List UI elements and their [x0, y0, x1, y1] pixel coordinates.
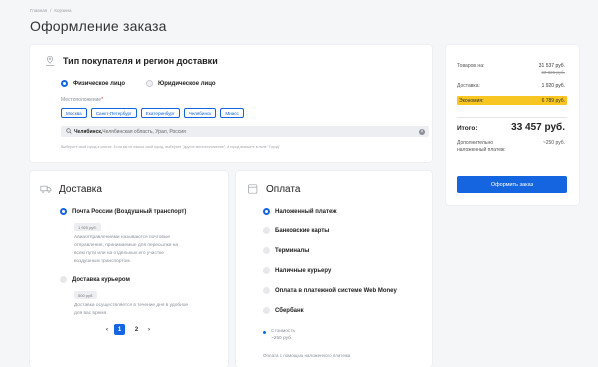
- place-order-button[interactable]: Оформить заказ: [457, 176, 567, 193]
- radio-unselected-icon[interactable]: [146, 80, 153, 87]
- next-page-button[interactable]: ›: [148, 327, 150, 333]
- delivery-option-post[interactable]: Почта России (Воздушный транспорт): [60, 208, 186, 215]
- search-value-city: Челябинск,: [74, 128, 103, 135]
- buyer-type-legal[interactable]: Юридическое лицо: [146, 80, 216, 87]
- order-summary-card: Товаров на: 31 537 руб. 38 326 руб. Дост…: [446, 45, 579, 205]
- summary-goods-old-price: 38 326 руб.: [541, 70, 565, 75]
- buyer-type-card: Тип покупателя и регион доставки Физичес…: [30, 45, 432, 162]
- payment-cost-value: ~250 руб.: [271, 336, 293, 341]
- buyer-section-header: Тип покупателя и регион доставки: [44, 55, 218, 67]
- summary-extra-label: Дополнительно наложенный платеж:: [457, 140, 506, 153]
- page-button[interactable]: 2: [131, 324, 142, 335]
- description-line: отправления, принимаемые для пересылки н…: [74, 243, 179, 248]
- radio-selected-icon[interactable]: [61, 80, 68, 87]
- delivery-price-badge: 1 920 руб.: [74, 223, 101, 231]
- payment-section-title: Оплата: [266, 183, 301, 195]
- description-line: всем пути или на отдельных его участке: [74, 251, 164, 256]
- breadcrumb-current[interactable]: Корзина: [54, 8, 71, 13]
- page-button-current[interactable]: 1: [114, 324, 125, 335]
- payment-option-label: Оплата в платежной системе Web Money: [275, 287, 397, 294]
- payment-option-terminals[interactable]: Терминалы: [263, 247, 309, 254]
- payment-section-header: Оплата: [247, 183, 300, 195]
- summary-goods-label: Товаров на:: [457, 63, 485, 69]
- summary-delivery-label: Доставка:: [457, 83, 480, 89]
- truck-icon: [40, 183, 52, 195]
- delivery-card: Доставка Почта России (Воздушный транспо…: [30, 171, 228, 367]
- summary-total-label: Итого:: [457, 125, 478, 132]
- pagination: ‹ 1 2 ›: [106, 324, 150, 335]
- summary-goods-value: 31 537 руб.: [538, 63, 565, 69]
- buyer-type-individual[interactable]: Физическое лицо: [61, 80, 125, 87]
- breadcrumb-home-link[interactable]: Главная: [30, 8, 47, 13]
- payment-option-label: Наличные курьеру: [275, 267, 332, 274]
- description-line: для вас время.: [74, 311, 108, 316]
- payment-option-cash-courier[interactable]: Наличные курьеру: [263, 267, 331, 274]
- delivery-option-description: Доставка осуществляется в течение дня в …: [74, 302, 188, 318]
- location-pin-icon: [44, 55, 56, 67]
- buyer-type-label: Физическое лицо: [73, 80, 126, 87]
- payment-option-label: Сбербанк: [275, 307, 304, 314]
- payment-option-label: Наложенный платеж: [275, 208, 337, 215]
- description-line: Авиаотправлениями называются почтовые: [74, 235, 171, 240]
- city-button-spb[interactable]: Санкт-Петербург: [90, 108, 137, 118]
- radio-unselected-icon[interactable]: [60, 276, 67, 283]
- search-icon: [66, 127, 72, 136]
- payment-option-cod[interactable]: Наложенный платеж: [263, 208, 336, 215]
- payment-cost: Стоимость ~250 руб.: [271, 328, 295, 342]
- city-button-ekaterinburg[interactable]: Екатеринбург: [140, 108, 180, 118]
- summary-goods-row: Товаров на: 31 537 руб.: [457, 63, 565, 69]
- buyer-section-title: Тип покупателя и регион доставки: [63, 56, 218, 66]
- radio-selected-icon[interactable]: [60, 208, 67, 215]
- payment-card: Оплата Наложенный платеж Банковские карт…: [236, 171, 432, 367]
- payment-option-label: Банковские карты: [275, 227, 330, 234]
- radio-unselected-icon[interactable]: [263, 227, 270, 234]
- required-mark: *: [101, 97, 104, 103]
- city-button-chelyabinsk[interactable]: Челябинск: [183, 108, 217, 118]
- breadcrumb: Главная / Корзина: [30, 8, 72, 13]
- delivery-price-badge: 500 руб.: [74, 291, 98, 299]
- delivery-section-title: Доставка: [59, 183, 102, 195]
- radio-unselected-icon[interactable]: [263, 287, 270, 294]
- summary-delivery-value: 1 920 руб.: [541, 83, 565, 89]
- city-button-miass[interactable]: Миасс: [220, 108, 244, 118]
- summary-total-value: 33 457 руб.: [511, 122, 565, 133]
- payment-note: Оплата с помощью наложенного платежа: [263, 353, 351, 358]
- wallet-icon: [247, 183, 259, 195]
- summary-divider: [457, 117, 567, 118]
- clear-search-icon[interactable]: ×: [419, 128, 425, 135]
- radio-unselected-icon[interactable]: [263, 307, 270, 314]
- search-value-region: Челябинская область, Урал, Россия: [102, 128, 186, 135]
- location-label: Местоположение*: [61, 97, 103, 103]
- summary-delivery-row: Доставка: 1 920 руб.: [457, 83, 565, 89]
- delivery-option-label: Доставка курьером: [72, 276, 130, 283]
- delivery-section-header: Доставка: [40, 183, 102, 195]
- location-search-input[interactable]: Челябинск, Челябинская область, Урал, Ро…: [61, 126, 429, 137]
- payment-option-label: Терминалы: [275, 247, 310, 254]
- city-quick-select: Москва Санкт-Петербург Екатеринбург Челя…: [61, 108, 244, 118]
- prev-page-button[interactable]: ‹: [106, 327, 108, 333]
- payment-option-sberbank[interactable]: Сбербанк: [263, 307, 304, 314]
- breadcrumb-separator: /: [50, 8, 52, 13]
- payment-option-cards[interactable]: Банковские карты: [263, 227, 329, 234]
- summary-economy-row: Экономия: 6 789 руб.: [457, 96, 567, 105]
- description-line: Доставка осуществляется в течение дня в …: [74, 303, 189, 308]
- summary-economy-label: Экономия:: [459, 97, 484, 104]
- payment-option-webmoney[interactable]: Оплата в платежной системе Web Money: [263, 287, 397, 294]
- city-button-moscow[interactable]: Москва: [61, 108, 87, 118]
- radio-unselected-icon[interactable]: [263, 247, 270, 254]
- description-line: воздушным транспортом.: [74, 259, 131, 264]
- delivery-option-description: Авиаотправлениями называются почтовые от…: [74, 234, 178, 266]
- radio-selected-icon[interactable]: [263, 208, 270, 215]
- summary-extra-value: ~250 руб.: [542, 140, 565, 146]
- bullet-icon: [263, 331, 266, 334]
- location-label-text: Местоположение: [61, 97, 102, 103]
- location-hint: Выберите свой город в списке. Если вы не…: [61, 145, 280, 149]
- delivery-option-label: Почта России (Воздушный транспорт): [72, 208, 187, 215]
- page-title: Оформление заказа: [30, 18, 167, 34]
- delivery-option-courier[interactable]: Доставка курьером: [60, 276, 130, 283]
- radio-unselected-icon[interactable]: [263, 267, 270, 274]
- summary-economy-value: 6 789 руб.: [541, 97, 565, 104]
- buyer-type-label: Юридическое лицо: [158, 80, 216, 87]
- payment-cost-label: Стоимость: [271, 329, 296, 334]
